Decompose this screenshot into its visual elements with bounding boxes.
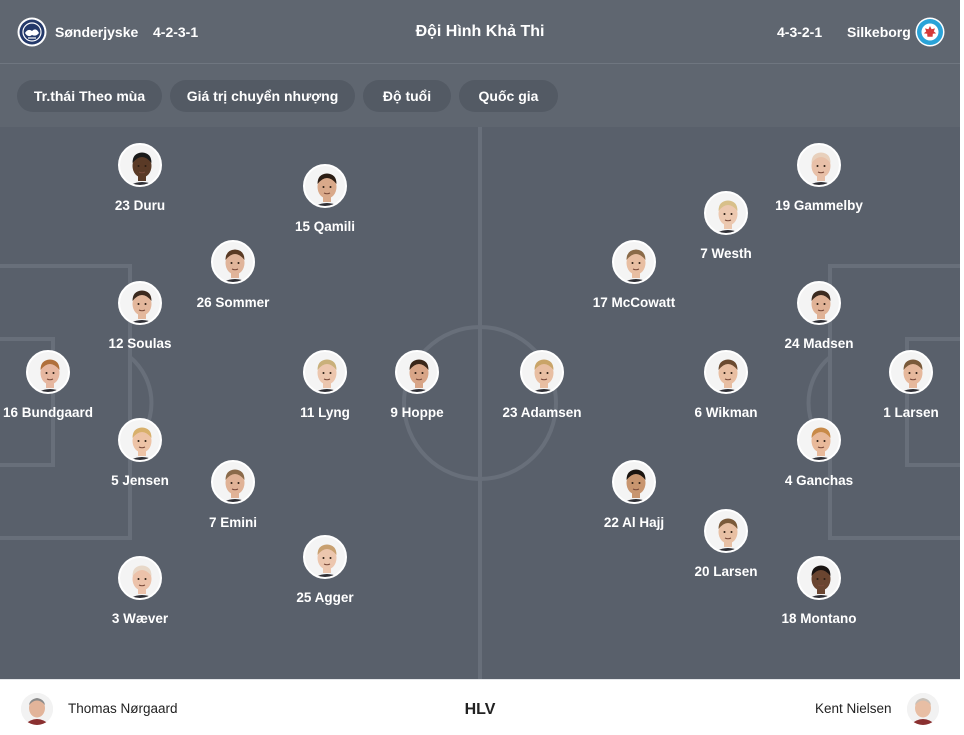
tab-transfer-value[interactable]: Giá trị chuyển nhượng bbox=[170, 80, 355, 112]
player-avatar[interactable] bbox=[395, 350, 439, 394]
player-avatar[interactable] bbox=[26, 350, 70, 394]
away-player[interactable]: 1 Larsen bbox=[841, 350, 960, 420]
player-avatar[interactable] bbox=[520, 350, 564, 394]
silkeborg-crest-icon[interactable] bbox=[915, 17, 945, 47]
player-avatar[interactable] bbox=[704, 350, 748, 394]
lineup-panel: Sønderjyske 4-2-3-1 Đội Hình Khả Thi 4-3… bbox=[0, 0, 960, 735]
player-label: 23 Duru bbox=[114, 198, 166, 213]
player-label: 25 Agger bbox=[296, 590, 354, 605]
home-player[interactable]: 7 Emini bbox=[163, 460, 303, 530]
player-label: 24 Madsen bbox=[784, 336, 854, 351]
player-avatar[interactable] bbox=[211, 460, 255, 504]
player-avatar[interactable] bbox=[797, 418, 841, 462]
home-player[interactable]: 15 Qamili bbox=[255, 164, 395, 234]
pitch: 23 Duru 15 Qamili 26 Sommer 12 Soulas 16 Bun… bbox=[0, 127, 960, 679]
player-label: 23 Adamsen bbox=[502, 405, 582, 420]
player-avatar[interactable] bbox=[889, 350, 933, 394]
player-avatar[interactable] bbox=[118, 143, 162, 187]
player-label: 15 Qamili bbox=[294, 219, 356, 234]
player-label: 7 Emini bbox=[208, 515, 257, 530]
player-avatar[interactable] bbox=[797, 556, 841, 600]
away-team-name[interactable]: Silkeborg bbox=[847, 24, 911, 40]
tab-nationality[interactable]: Quốc gia bbox=[459, 80, 558, 112]
home-player[interactable]: 16 Bundgaard bbox=[0, 350, 118, 420]
player-avatar[interactable] bbox=[612, 460, 656, 504]
player-avatar[interactable] bbox=[797, 281, 841, 325]
away-coach-avatar[interactable] bbox=[907, 693, 939, 725]
player-avatar[interactable] bbox=[211, 240, 255, 284]
player-label: 17 McCowatt bbox=[592, 295, 676, 310]
player-avatar[interactable] bbox=[118, 556, 162, 600]
lineup-header: Sønderjyske 4-2-3-1 Đội Hình Khả Thi 4-3… bbox=[0, 0, 960, 64]
home-player[interactable]: 12 Soulas bbox=[70, 281, 210, 351]
away-player[interactable]: 4 Ganchas bbox=[749, 418, 889, 488]
home-player[interactable]: 23 Duru bbox=[70, 143, 210, 213]
player-label: 12 Soulas bbox=[108, 336, 172, 351]
player-avatar[interactable] bbox=[797, 143, 841, 187]
away-player[interactable]: 17 McCowatt bbox=[564, 240, 704, 310]
away-player[interactable]: 6 Wikman bbox=[656, 350, 796, 420]
home-player[interactable]: 9 Hoppe bbox=[347, 350, 487, 420]
tab-season-form[interactable]: Tr.thái Theo mùa bbox=[17, 80, 162, 112]
player-avatar[interactable] bbox=[303, 535, 347, 579]
player-avatar[interactable] bbox=[303, 164, 347, 208]
tab-age[interactable]: Độ tuổi bbox=[363, 80, 451, 112]
player-avatar[interactable] bbox=[118, 281, 162, 325]
player-avatar[interactable] bbox=[118, 418, 162, 462]
away-player[interactable]: 18 Montano bbox=[749, 556, 889, 626]
away-player[interactable]: 23 Adamsen bbox=[472, 350, 612, 420]
player-label: 3 Wæver bbox=[111, 611, 169, 626]
filter-tabs: Tr.thái Theo mùa Giá trị chuyển nhượng Đ… bbox=[0, 64, 960, 127]
player-avatar[interactable] bbox=[303, 350, 347, 394]
away-player[interactable]: 24 Madsen bbox=[749, 281, 889, 351]
player-label: 4 Ganchas bbox=[784, 473, 854, 488]
player-label: 9 Hoppe bbox=[390, 405, 444, 420]
home-player[interactable]: 25 Agger bbox=[255, 535, 395, 605]
player-avatar[interactable] bbox=[612, 240, 656, 284]
coach-bar: Thomas Nørgaard HLV Kent Nielsen bbox=[0, 679, 960, 735]
player-label: 18 Montano bbox=[781, 611, 857, 626]
away-formation: 4-3-2-1 bbox=[777, 24, 823, 40]
home-player[interactable]: 3 Wæver bbox=[70, 556, 210, 626]
away-coach-name[interactable]: Kent Nielsen bbox=[815, 701, 892, 716]
player-avatar[interactable] bbox=[704, 509, 748, 553]
player-avatar[interactable] bbox=[704, 191, 748, 235]
